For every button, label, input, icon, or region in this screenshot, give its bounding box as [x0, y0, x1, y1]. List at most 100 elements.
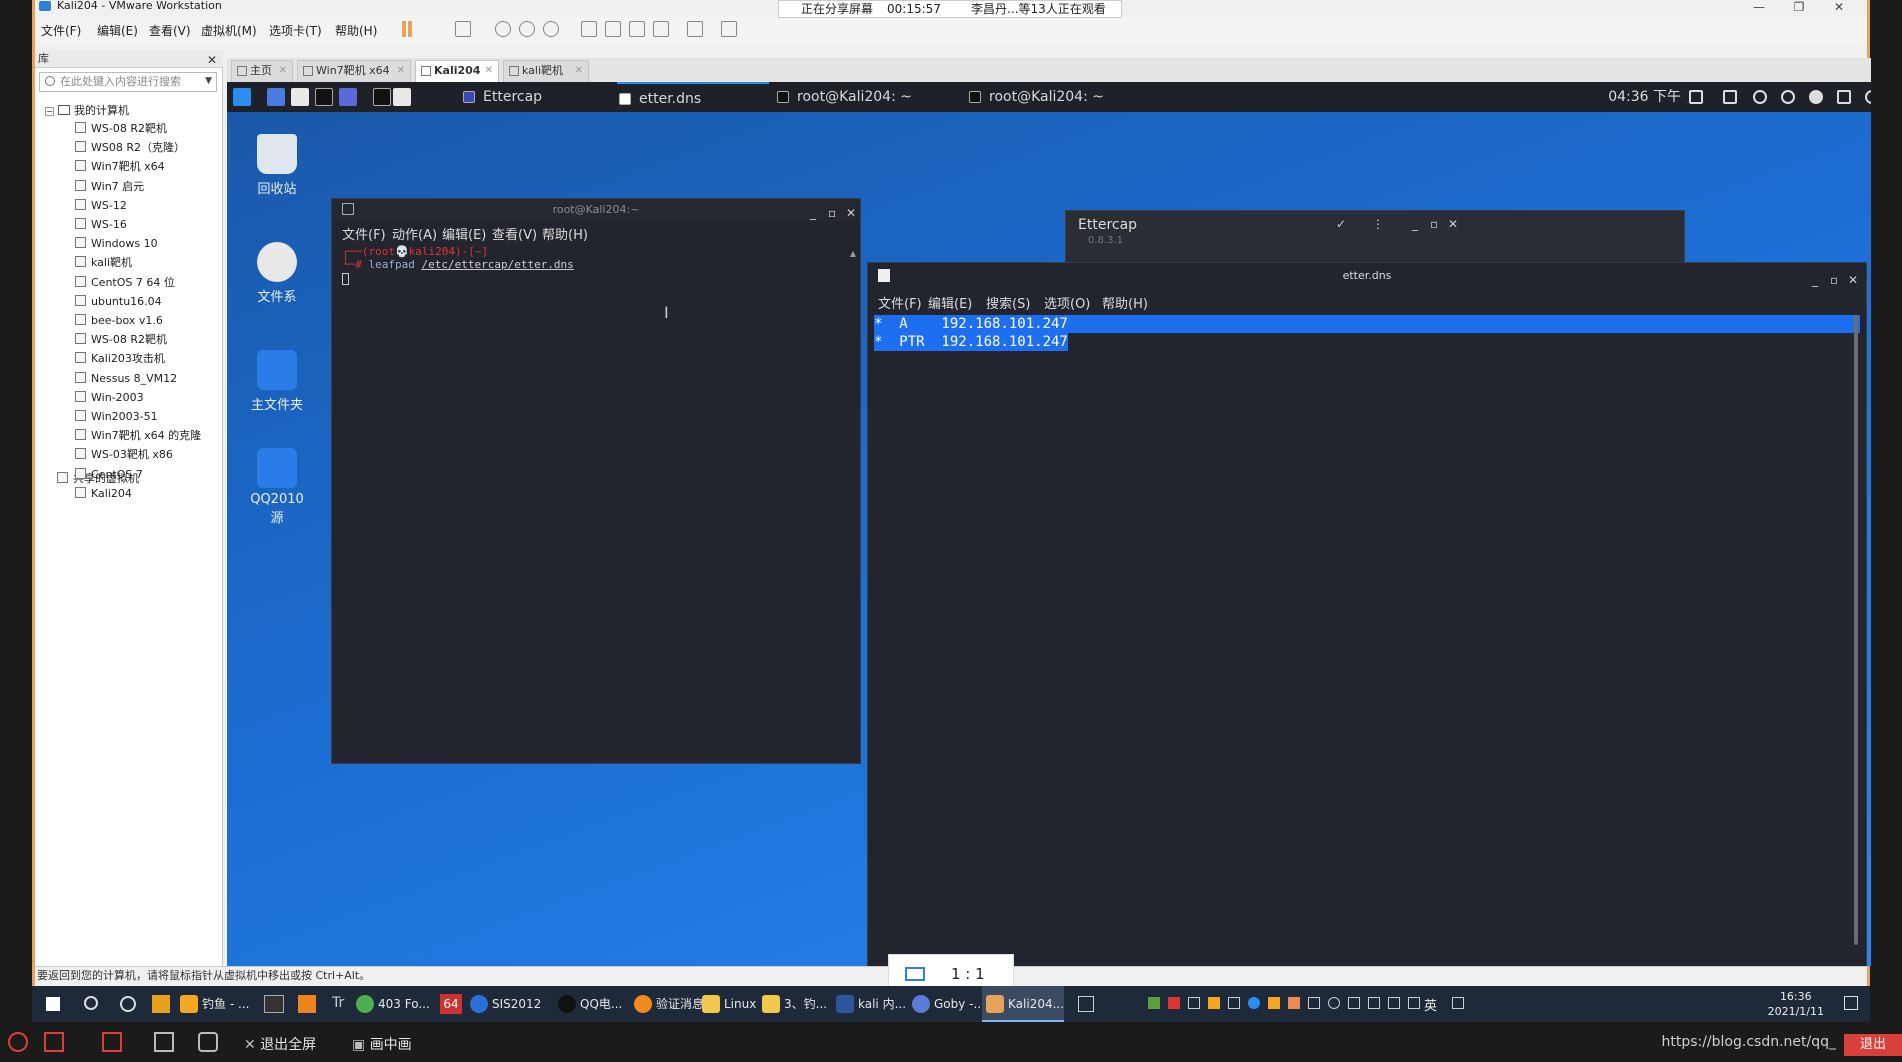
text-line-selected[interactable]: * PTR 192.168.101.247: [874, 333, 1068, 351]
maximize-icon[interactable]: ▫: [1430, 217, 1438, 231]
file-manager-icon[interactable]: [291, 88, 309, 106]
close-icon[interactable]: ✕: [1448, 217, 1458, 231]
tray-icon[interactable]: [1168, 997, 1180, 1009]
desktop-trash[interactable]: 回收站: [245, 134, 309, 197]
vm-list-item[interactable]: Win7靶机 x64: [75, 158, 165, 175]
vm-list-item[interactable]: Windows 10: [75, 235, 158, 252]
accept-icon[interactable]: ✓: [1336, 217, 1346, 231]
vm-list-item[interactable]: ubuntu16.04: [75, 293, 162, 310]
vm-list-item[interactable]: Nessus 8_VM12: [75, 370, 177, 387]
picture-in-picture-button[interactable]: ▣ 画中画: [352, 1034, 412, 1054]
tray-icon[interactable]: [1268, 997, 1280, 1009]
windows-start-icon[interactable]: [46, 997, 60, 1011]
network-icon[interactable]: [1408, 997, 1420, 1009]
taskbar-item[interactable]: 403 Fo...: [352, 986, 436, 1022]
menu-edit[interactable]: 编辑(E): [442, 224, 486, 243]
taskbar-item-active[interactable]: Kali204...: [982, 986, 1064, 1022]
chat-icon[interactable]: [198, 1032, 218, 1052]
thumbnail-bar-icon[interactable]: [605, 21, 621, 37]
calendar-icon[interactable]: [1689, 90, 1703, 104]
speaker-muted-icon[interactable]: [44, 1032, 64, 1052]
terminal-window[interactable]: root@Kali204:~ _ ▫ ✕ 文件(F) 动作(A) 编辑(E) 查…: [331, 198, 861, 764]
vm-list-item[interactable]: bee-box v1.6: [75, 312, 163, 329]
scroll-up-icon[interactable]: ▲: [850, 249, 856, 258]
menu-help[interactable]: 帮助(H): [1102, 293, 1148, 312]
screen-share-icon[interactable]: [154, 1032, 174, 1052]
menu-file[interactable]: 文件(F): [342, 224, 386, 243]
minimize-icon[interactable]: _: [1412, 217, 1418, 231]
vm-list-item[interactable]: WS-16: [75, 216, 127, 233]
stretch-guest-icon[interactable]: [721, 21, 737, 37]
close-icon[interactable]: ✕: [485, 61, 493, 81]
task-ettercap[interactable]: Ettercap: [461, 82, 611, 112]
kali-clock[interactable]: 04:36 下午: [1608, 82, 1681, 112]
menu-action[interactable]: 动作(A): [392, 224, 437, 243]
task-terminal-2[interactable]: root@Kali204: ~: [967, 82, 1119, 112]
menu-view[interactable]: 查看(V): [492, 224, 537, 243]
text-line-selected[interactable]: * A 192.168.101.247: [874, 315, 1860, 333]
close-icon[interactable]: ✕: [279, 61, 287, 81]
bell-icon[interactable]: [1781, 90, 1795, 104]
desktop-icon[interactable]: [267, 88, 285, 106]
vm-list-item[interactable]: kali靶机: [75, 254, 132, 271]
vm-list-item[interactable]: Kali203攻击机: [75, 350, 165, 367]
maximize-icon[interactable]: ❐: [1779, 0, 1819, 14]
minimize-icon[interactable]: —: [1739, 0, 1779, 14]
leafpad-window[interactable]: etter.dns _ ▫ ✕ 文件(F) 编辑(E) 搜索(S) 选项(O) …: [867, 262, 1867, 966]
browser-icon[interactable]: [339, 88, 357, 106]
input-method-icon[interactable]: [1078, 996, 1094, 1012]
tray-icon[interactable]: [1248, 997, 1260, 1009]
tray-icon[interactable]: [1228, 997, 1240, 1009]
tray-icon[interactable]: [1288, 997, 1300, 1009]
display-icon[interactable]: [1723, 90, 1737, 104]
vertical-scrollbar[interactable]: [1854, 315, 1858, 945]
typora-icon[interactable]: Tr: [332, 995, 350, 1013]
menu-vm[interactable]: 虚拟机(M): [201, 22, 257, 39]
task-etter-dns[interactable]: etter.dns: [617, 82, 769, 112]
close-icon[interactable]: ✕: [397, 61, 405, 81]
tab-kali-target[interactable]: kali靶机 ✕: [503, 60, 589, 82]
vm-list-item[interactable]: Kali204: [75, 485, 132, 502]
task-terminal-1[interactable]: root@Kali204: ~: [775, 82, 927, 112]
desktop-home[interactable]: 主文件夹: [245, 350, 309, 413]
cortana-icon[interactable]: [120, 996, 136, 1012]
menu-tabs[interactable]: 选项卡(T): [269, 22, 322, 39]
kali-menu-icon[interactable]: [233, 88, 251, 106]
tray-icon[interactable]: [1148, 997, 1160, 1009]
menu-view[interactable]: 查看(V): [149, 22, 191, 39]
desktop-filesystem[interactable]: 文件系: [245, 242, 309, 305]
taskbar-item[interactable]: 3、钓...: [758, 986, 832, 1022]
camera-off-icon[interactable]: [102, 1032, 122, 1052]
tray-icon[interactable]: [1208, 997, 1220, 1009]
terminal-icon[interactable]: [264, 995, 284, 1013]
tab-win7[interactable]: Win7靶机 x64 ✕: [297, 60, 411, 82]
terminal-icon[interactable]: [315, 88, 333, 106]
tray-icon[interactable]: [1348, 997, 1360, 1009]
lock-icon[interactable]: [1837, 90, 1851, 104]
notification-icon[interactable]: [1844, 996, 1858, 1010]
tab-kali204[interactable]: Kali204 ✕: [415, 60, 499, 82]
taskbar-item[interactable]: SIS2012: [466, 986, 550, 1022]
menu-edit[interactable]: 编辑(E): [97, 22, 138, 39]
menu-options[interactable]: 选项(O): [1044, 293, 1090, 312]
show-library-icon[interactable]: [581, 21, 597, 37]
menu-help[interactable]: 帮助(H): [335, 22, 377, 39]
workspace-2-icon[interactable]: [393, 88, 411, 106]
close-icon[interactable]: ✕: [1819, 0, 1859, 14]
tray-icon[interactable]: [1308, 997, 1320, 1009]
vm-list-item[interactable]: WS08 R2（克隆）: [75, 139, 185, 156]
menu-search[interactable]: 搜索(S): [986, 293, 1030, 312]
vm-list-item[interactable]: WS-03靶机 x86: [75, 446, 173, 463]
keyboard-icon[interactable]: [1452, 997, 1464, 1009]
taskbar-item[interactable]: QQ电...: [554, 986, 628, 1022]
app-64-icon[interactable]: 64: [440, 994, 462, 1014]
menu-edit[interactable]: 编辑(E): [928, 293, 972, 312]
menu-file[interactable]: 文件(F): [878, 293, 922, 312]
ime-indicator[interactable]: 英: [1424, 995, 1437, 1014]
unity-icon[interactable]: [653, 21, 669, 37]
vm-list-item[interactable]: Win2003-51: [75, 408, 158, 425]
exit-fullscreen-button[interactable]: ✕ 退出全屏: [244, 1034, 316, 1054]
vm-list-item[interactable]: CentOS 7 64 位: [75, 274, 175, 291]
microphone-muted-icon[interactable]: [8, 1032, 28, 1052]
tree-root-my-computer[interactable]: − 我的计算机: [45, 102, 129, 119]
